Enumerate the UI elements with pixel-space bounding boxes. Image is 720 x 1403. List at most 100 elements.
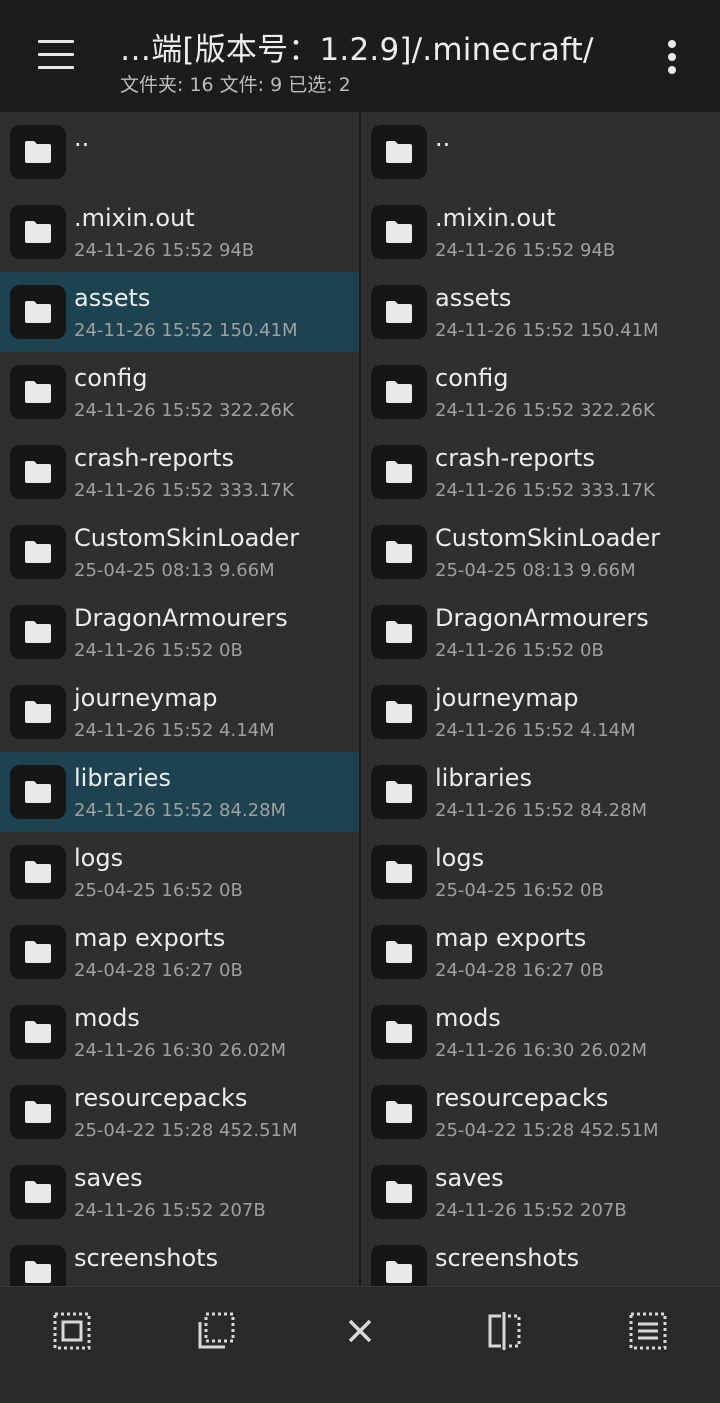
folder-icon xyxy=(10,205,66,259)
folder-icon xyxy=(10,125,66,179)
folder-row[interactable]: journeymap 24-11-26 15:52 4.14M xyxy=(0,672,360,752)
top-app-bar: …端[版本号：1.2.9]/.minecraft/ 文件夹: 16 文件: 9 … xyxy=(0,0,720,112)
folder-row[interactable]: resourcepacks 25-04-22 15:28 452.51M xyxy=(0,1072,360,1152)
select-all-icon[interactable] xyxy=(52,1311,92,1351)
folder-icon xyxy=(371,605,427,659)
folder-icon xyxy=(371,685,427,739)
folder-icon xyxy=(10,365,66,419)
folder-name: config xyxy=(74,364,148,392)
folder-row[interactable]: config 24-11-26 15:52 322.26K xyxy=(361,352,720,432)
folder-row[interactable]: journeymap 24-11-26 15:52 4.14M xyxy=(361,672,720,752)
folder-name: .. xyxy=(74,124,90,152)
folder-icon xyxy=(371,365,427,419)
folder-icon xyxy=(10,685,66,739)
folder-row[interactable]: assets 24-11-26 15:52 150.41M xyxy=(361,272,720,352)
folder-meta: 24-11-26 15:52 84.28M xyxy=(435,800,648,821)
folder-meta: 24-11-26 16:30 26.02M xyxy=(435,1040,648,1061)
folder-meta: 24-11-26 15:52 94B xyxy=(435,240,616,261)
folder-icon xyxy=(371,1245,427,1286)
folder-icon xyxy=(10,765,66,819)
folder-icon xyxy=(371,925,427,979)
folder-name: libraries xyxy=(435,764,532,792)
folder-row[interactable]: crash-reports 24-11-26 15:52 333.17K xyxy=(361,432,720,512)
folder-name: crash-reports xyxy=(435,444,595,472)
folder-icon xyxy=(371,125,427,179)
folder-meta: 25-04-25 16:52 0B xyxy=(435,880,604,901)
folder-name: .mixin.out xyxy=(435,204,556,232)
folder-row[interactable]: saves 24-11-26 15:52 207B xyxy=(0,1152,360,1232)
folder-row[interactable]: .mixin.out 24-11-26 15:52 94B xyxy=(361,192,720,272)
folder-row[interactable]: screenshots xyxy=(0,1232,360,1286)
folder-meta: 24-11-26 15:52 150.41M xyxy=(435,320,659,341)
folder-meta: 24-11-26 15:52 333.17K xyxy=(435,480,655,501)
more-options-icon[interactable] xyxy=(660,38,684,76)
folder-name: logs xyxy=(435,844,485,872)
folder-row[interactable]: resourcepacks 25-04-22 15:28 452.51M xyxy=(361,1072,720,1152)
folder-row[interactable]: mods 24-11-26 16:30 26.02M xyxy=(361,992,720,1072)
folder-row[interactable]: CustomSkinLoader 25-04-25 08:13 9.66M xyxy=(0,512,360,592)
left-file-pane: .. .mixin.out 24-11-26 15:52 94B assets 24-1… xyxy=(0,112,360,1286)
folder-icon xyxy=(10,605,66,659)
select-region-icon[interactable] xyxy=(196,1311,236,1351)
folder-name: resourcepacks xyxy=(74,1084,248,1112)
folder-meta: 24-11-26 15:52 0B xyxy=(74,640,243,661)
folder-icon xyxy=(371,285,427,339)
menu-icon[interactable] xyxy=(38,40,74,70)
folder-meta: 25-04-25 08:13 9.66M xyxy=(435,560,636,581)
folder-meta: 24-11-26 15:52 150.41M xyxy=(74,320,298,341)
folder-icon xyxy=(10,845,66,899)
folder-row[interactable]: screenshots xyxy=(361,1232,720,1286)
folder-name: journeymap xyxy=(74,684,218,712)
folder-icon xyxy=(371,1005,427,1059)
close-icon[interactable] xyxy=(340,1311,380,1351)
folder-icon xyxy=(10,925,66,979)
folder-icon xyxy=(371,845,427,899)
folder-name: screenshots xyxy=(74,1244,219,1272)
folder-row[interactable]: crash-reports 24-11-26 15:52 333.17K xyxy=(0,432,360,512)
split-view-icon[interactable] xyxy=(484,1311,524,1351)
folder-name: saves xyxy=(74,1164,143,1192)
folder-row[interactable]: config 24-11-26 15:52 322.26K xyxy=(0,352,360,432)
folder-name: DragonArmourers xyxy=(435,604,649,632)
folder-meta: 24-04-28 16:27 0B xyxy=(435,960,604,981)
path-title: …端[版本号：1.2.9]/.minecraft/ xyxy=(120,32,594,68)
folder-meta: 24-04-28 16:27 0B xyxy=(74,960,243,981)
folder-row[interactable]: libraries 24-11-26 15:52 84.28M xyxy=(361,752,720,832)
folder-meta: 25-04-22 15:28 452.51M xyxy=(435,1120,659,1141)
folder-icon xyxy=(10,1005,66,1059)
folder-row[interactable]: mods 24-11-26 16:30 26.02M xyxy=(0,992,360,1072)
folder-name: CustomSkinLoader xyxy=(74,524,300,552)
folder-meta: 24-11-26 16:30 26.02M xyxy=(74,1040,287,1061)
folder-row[interactable]: DragonArmourers 24-11-26 15:52 0B xyxy=(361,592,720,672)
list-select-icon[interactable] xyxy=(628,1311,668,1351)
folder-icon xyxy=(10,1165,66,1219)
folder-row[interactable]: logs 25-04-25 16:52 0B xyxy=(0,832,360,912)
bottom-toolbar xyxy=(0,1286,720,1403)
folder-name: .. xyxy=(435,124,451,152)
folder-icon xyxy=(10,1245,66,1286)
folder-row[interactable]: assets 24-11-26 15:52 150.41M xyxy=(0,272,360,352)
folder-meta: 24-11-26 15:52 207B xyxy=(74,1200,266,1221)
parent-directory-row[interactable]: .. xyxy=(361,112,720,192)
folder-icon xyxy=(371,765,427,819)
folder-name: mods xyxy=(74,1004,140,1032)
folder-row[interactable]: logs 25-04-25 16:52 0B xyxy=(361,832,720,912)
folder-row[interactable]: .mixin.out 24-11-26 15:52 94B xyxy=(0,192,360,272)
folder-row[interactable]: libraries 24-11-26 15:52 84.28M xyxy=(0,752,360,832)
folder-meta: 24-11-26 15:52 94B xyxy=(74,240,255,261)
folder-name: resourcepacks xyxy=(435,1084,609,1112)
folder-name: screenshots xyxy=(435,1244,580,1272)
folder-meta: 24-11-26 15:52 207B xyxy=(435,1200,627,1221)
folder-row[interactable]: CustomSkinLoader 25-04-25 08:13 9.66M xyxy=(361,512,720,592)
folder-row[interactable]: DragonArmourers 24-11-26 15:52 0B xyxy=(0,592,360,672)
folder-row[interactable]: saves 24-11-26 15:52 207B xyxy=(361,1152,720,1232)
folder-icon xyxy=(10,445,66,499)
folder-icon xyxy=(371,1165,427,1219)
folder-meta: 24-11-26 15:52 322.26K xyxy=(435,400,655,421)
parent-directory-row[interactable]: .. xyxy=(0,112,360,192)
folder-row[interactable]: map exports 24-04-28 16:27 0B xyxy=(361,912,720,992)
folder-row[interactable]: map exports 24-04-28 16:27 0B xyxy=(0,912,360,992)
folder-meta: 24-11-26 15:52 84.28M xyxy=(74,800,287,821)
folder-name: DragonArmourers xyxy=(74,604,288,632)
folder-icon xyxy=(10,525,66,579)
